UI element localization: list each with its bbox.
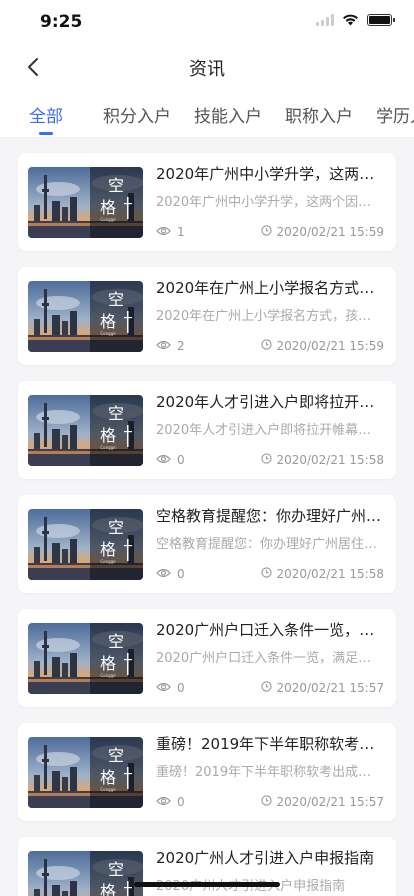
article-card[interactable]: 空 格 Congge 2020广州人才引进入户申报指南 2020广州人才引进入户… — [18, 837, 396, 896]
publish-date: 2020/02/21 15:57 — [261, 681, 384, 695]
view-count: 0 — [156, 567, 185, 581]
svg-text:Congge: Congge — [100, 445, 116, 450]
page-title: 资讯 — [189, 59, 225, 80]
clock-icon — [261, 225, 273, 239]
eye-icon — [156, 225, 171, 239]
view-count-value: 0 — [177, 681, 185, 695]
clock-icon — [261, 795, 273, 809]
article-thumbnail: 空 格 Congge — [28, 623, 143, 694]
eye-icon — [156, 453, 171, 467]
eye-icon — [156, 795, 171, 809]
status-bar: 9:25 — [0, 0, 414, 44]
svg-text:空: 空 — [108, 176, 124, 195]
eye-icon — [156, 339, 171, 353]
status-time: 9:25 — [40, 12, 83, 32]
svg-text:空: 空 — [108, 290, 124, 309]
svg-text:格: 格 — [100, 426, 116, 445]
article-title: 2020年人才引进入户即将拉开帷幕 — [156, 393, 384, 411]
home-indicator — [134, 882, 280, 887]
clock-icon — [261, 567, 273, 581]
view-count: 1 — [156, 225, 185, 239]
article-title: 2020年广州中小学升学，这两个因素要重视 — [156, 165, 384, 183]
view-count: 0 — [156, 453, 185, 467]
category-tabs: 全部 积分入户 技能入户 职称入户 学历入户 — [0, 88, 414, 138]
article-summary: 2020年在广州上小学报名方式，孩子入学必看 — [156, 309, 384, 324]
article-title: 2020年在广州上小学报名方式有哪些 — [156, 279, 384, 297]
article-card[interactable]: 空 格 Congge 2020年广州中小学升学，这两个因素要重视 2020年广州… — [18, 153, 396, 251]
article-card[interactable]: 空 格 Congge 2020年在广州上小学报名方式有哪些 2020年在广州上小… — [18, 267, 396, 365]
article-card[interactable]: 空 格 Congge 2020广州户口迁入条件一览，满足这些条件 2020广州户… — [18, 609, 396, 707]
article-summary: 重磅！2019年下半年职称软考出成绩啦 — [156, 765, 384, 780]
article-thumbnail: 空 格 Congge — [28, 167, 143, 238]
publish-date-value: 2020/02/21 15:58 — [276, 453, 384, 467]
publish-date-value: 2020/02/21 15:59 — [276, 339, 384, 353]
svg-text:空: 空 — [108, 404, 124, 423]
svg-text:格: 格 — [100, 654, 116, 673]
article-title: 2020广州人才引进入户申报指南 — [156, 849, 375, 867]
svg-text:Congge: Congge — [100, 787, 116, 792]
view-count: 2 — [156, 339, 185, 353]
tab-all[interactable]: 全部 — [29, 102, 63, 127]
clock-icon — [261, 681, 273, 695]
svg-text:空: 空 — [108, 860, 124, 879]
view-count-value: 1 — [177, 225, 185, 239]
svg-text:格: 格 — [100, 882, 116, 896]
svg-text:格: 格 — [100, 312, 116, 331]
article-summary: 2020年人才引进入户即将拉开帷幕，抓紧准备 — [156, 423, 384, 438]
publish-date: 2020/02/21 15:58 — [261, 567, 384, 581]
article-thumbnail: 空 格 Congge — [28, 281, 143, 352]
publish-date: 2020/02/21 15:57 — [261, 795, 384, 809]
view-count: 0 — [156, 795, 185, 809]
svg-text:Congge: Congge — [100, 673, 116, 678]
eye-icon — [156, 567, 171, 581]
status-icons — [316, 14, 395, 26]
clock-icon — [261, 339, 273, 353]
article-card[interactable]: 空 格 Congge 空格教育提醒您：你办理好广州居住证了吗 空格教育提醒您：你… — [18, 495, 396, 593]
tab-education-hukou[interactable]: 学历入户 — [376, 102, 414, 127]
tab-skill-hukou[interactable]: 技能入户 — [194, 102, 262, 127]
clock-icon — [261, 453, 273, 467]
eye-icon — [156, 681, 171, 695]
publish-date-value: 2020/02/21 15:57 — [276, 681, 384, 695]
article-card[interactable]: 空 格 Congge 重磅！2019年下半年职称软考出成绩了 重磅！2019年下… — [18, 723, 396, 821]
wifi-icon — [342, 14, 359, 26]
article-thumbnail: 空 格 Congge — [28, 395, 143, 466]
svg-text:格: 格 — [100, 198, 116, 217]
article-summary: 空格教育提醒您：你办理好广州居住证了吗 — [156, 537, 384, 552]
view-count-value: 0 — [177, 795, 185, 809]
svg-text:格: 格 — [100, 768, 116, 787]
article-thumbnail: 空 格 Congge — [28, 851, 143, 896]
svg-text:空: 空 — [108, 746, 124, 765]
signal-icon — [316, 14, 334, 26]
view-count: 0 — [156, 681, 185, 695]
svg-text:Congge: Congge — [100, 217, 116, 222]
publish-date-value: 2020/02/21 15:59 — [276, 225, 384, 239]
svg-text:格: 格 — [100, 540, 116, 559]
article-title: 2020广州户口迁入条件一览，满足这些条件 — [156, 621, 384, 639]
article-thumbnail: 空 格 Congge — [28, 509, 143, 580]
publish-date: 2020/02/21 15:58 — [261, 453, 384, 467]
article-card[interactable]: 空 格 Congge 2020年人才引进入户即将拉开帷幕 2020年人才引进入户… — [18, 381, 396, 479]
article-title: 空格教育提醒您：你办理好广州居住证了吗 — [156, 507, 384, 525]
view-count-value: 0 — [177, 567, 185, 581]
svg-text:Congge: Congge — [100, 559, 116, 564]
article-title: 重磅！2019年下半年职称软考出成绩了 — [156, 735, 384, 753]
article-thumbnail: 空 格 Congge — [28, 737, 143, 808]
publish-date: 2020/02/21 15:59 — [261, 225, 384, 239]
battery-icon — [367, 14, 395, 26]
svg-text:空: 空 — [108, 518, 124, 537]
navigation-bar: 资讯 — [0, 44, 414, 88]
article-summary: 2020广州户口迁入条件一览，满足这些条件即可 — [156, 651, 384, 666]
publish-date-value: 2020/02/21 15:58 — [276, 567, 384, 581]
publish-date: 2020/02/21 15:59 — [261, 339, 384, 353]
view-count-value: 2 — [177, 339, 185, 353]
tab-title-hukou[interactable]: 职称入户 — [285, 102, 353, 127]
publish-date-value: 2020/02/21 15:57 — [276, 795, 384, 809]
article-summary: 2020年广州中小学升学，这两个因素要重视 — [156, 195, 384, 210]
tab-points-hukou[interactable]: 积分入户 — [103, 102, 171, 127]
view-count-value: 0 — [177, 453, 185, 467]
svg-text:Congge: Congge — [100, 331, 116, 336]
svg-text:空: 空 — [108, 632, 124, 651]
active-tab-indicator — [39, 132, 53, 135]
